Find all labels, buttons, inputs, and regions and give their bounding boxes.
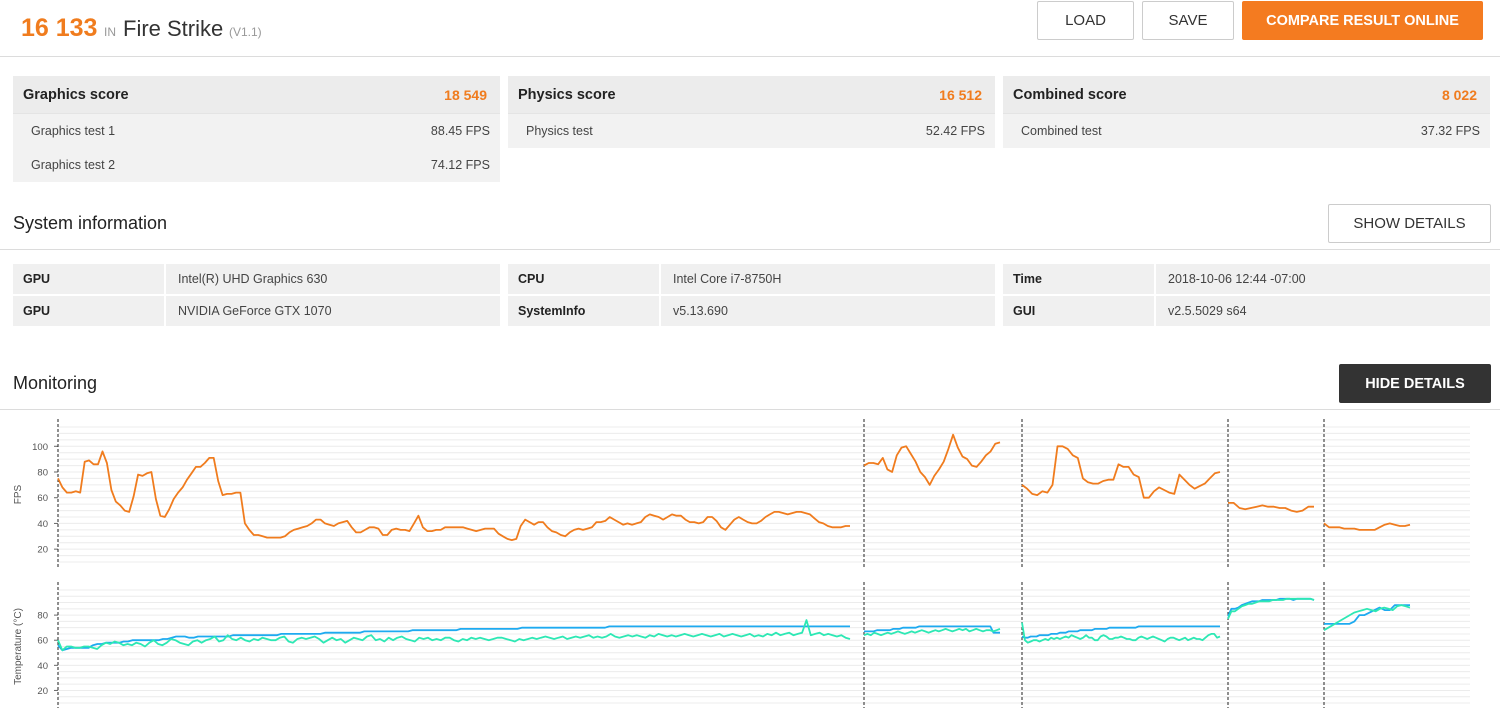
score-subtest-row: Physics test 52.42 FPS	[508, 114, 995, 148]
y-tick-label: 100	[32, 442, 48, 453]
physics-score-card: Physics score 16 512 Physics test 52.42 …	[508, 76, 995, 148]
system-info-row: GPU Intel(R) UHD Graphics 630	[13, 264, 500, 294]
score-value: 16 512	[939, 86, 982, 103]
score-card-header: Physics score 16 512	[508, 76, 995, 114]
system-info-column: Time 2018-10-06 12:44 -07:00 GUI v2.5.50…	[1003, 264, 1490, 328]
subtest-label: Combined test	[1021, 124, 1102, 138]
system-info-row: GPU NVIDIA GeForce GTX 1070	[13, 296, 500, 326]
system-info-value: v5.13.690	[673, 304, 728, 318]
subtest-label: Physics test	[526, 124, 593, 138]
score-value: 8 022	[1441, 86, 1477, 103]
in-label: IN	[104, 25, 116, 39]
system-info-key: Time	[1003, 264, 1156, 294]
overall-score: 16 133	[21, 14, 98, 42]
monitoring-title: Monitoring	[13, 373, 98, 393]
subtest-label: Graphics test 2	[31, 158, 116, 172]
series-line	[863, 433, 1001, 486]
system-info-row: Time 2018-10-06 12:44 -07:00	[1003, 264, 1490, 294]
system-info-value: v2.5.5029 s64	[1168, 304, 1247, 318]
score-card-header: Graphics score 18 549	[13, 76, 500, 114]
system-info-column: CPU Intel Core i7-8750H SystemInfo v5.13…	[508, 264, 995, 328]
graphics-score-card: Graphics score 18 549 Graphics test 1 88…	[13, 76, 500, 182]
divider	[0, 409, 1500, 410]
score-subtest-row: Graphics test 2 74.12 FPS	[13, 148, 500, 182]
y-axis-label: Temperature (°C)	[13, 608, 24, 685]
subtest-value: 52.42 FPS	[925, 124, 985, 138]
subtest-label: Graphics test 1	[31, 124, 116, 138]
score-value: 18 549	[444, 86, 487, 103]
compare-result-online-button[interactable]: COMPARE RESULT ONLINE	[1242, 1, 1483, 40]
score-card-header: Combined score 8 022	[1003, 76, 1490, 114]
y-tick-label: 20	[37, 686, 48, 697]
y-tick-label: 40	[37, 661, 48, 672]
series-line	[57, 450, 850, 541]
system-info-key: GUI	[1003, 296, 1156, 326]
system-info-value: 2018-10-06 12:44 -07:00	[1168, 272, 1306, 286]
y-tick-label: 80	[37, 611, 48, 622]
hide-details-button[interactable]: HIDE DETAILS	[1339, 364, 1491, 403]
subtest-value: 88.45 FPS	[430, 124, 490, 138]
system-info-row: CPU Intel Core i7-8750H	[508, 264, 995, 294]
score-title: Combined score	[1013, 86, 1127, 103]
score-title: Physics score	[518, 86, 616, 103]
show-details-button[interactable]: SHOW DETAILS	[1328, 204, 1491, 243]
system-info-row: GUI v2.5.5029 s64	[1003, 296, 1490, 326]
series-line	[1323, 522, 1411, 531]
save-button[interactable]: SAVE	[1142, 1, 1234, 40]
combined-score-card: Combined score 8 022 Combined test 37.32…	[1003, 76, 1490, 148]
y-tick-label: 20	[37, 545, 48, 556]
system-info-value: Intel(R) UHD Graphics 630	[178, 272, 328, 286]
system-info-key: GPU	[13, 264, 166, 294]
subtest-value: 37.32 FPS	[1420, 124, 1480, 138]
temperature-chart: 20 40 60 80 Temperature (°C)	[13, 582, 1470, 708]
system-info-key: SystemInfo	[508, 296, 661, 326]
series-line	[57, 619, 851, 652]
benchmark-version: (V1.1)	[229, 25, 262, 39]
subtest-value: 74.12 FPS	[430, 158, 490, 172]
y-tick-label: 40	[37, 519, 48, 530]
score-subtest-row: Combined test 37.32 FPS	[1003, 114, 1490, 148]
system-info-value: Intel Core i7-8750H	[673, 272, 782, 286]
system-info-column: GPU Intel(R) UHD Graphics 630 GPU NVIDIA…	[13, 264, 500, 328]
fps-chart: 20 40 60 80 100 FPS	[13, 419, 1470, 568]
divider	[0, 249, 1500, 250]
benchmark-name: Fire Strike	[123, 16, 224, 41]
system-info-key: GPU	[13, 296, 166, 326]
result-header: 16 133 IN Fire Strike (V1.1) LOAD SAVE C…	[0, 0, 1500, 57]
system-info-row: SystemInfo v5.13.690	[508, 296, 995, 326]
system-information-title: System information	[13, 213, 168, 233]
system-info-value: NVIDIA GeForce GTX 1070	[178, 304, 332, 318]
y-axis-label: FPS	[13, 484, 24, 504]
load-button[interactable]: LOAD	[1037, 1, 1134, 40]
y-tick-label: 80	[37, 468, 48, 479]
score-subtest-row: Graphics test 1 88.45 FPS	[13, 114, 500, 148]
system-info-key: CPU	[508, 264, 661, 294]
y-tick-label: 60	[37, 636, 48, 647]
score-title: Graphics score	[23, 86, 129, 103]
y-tick-label: 60	[37, 493, 48, 504]
